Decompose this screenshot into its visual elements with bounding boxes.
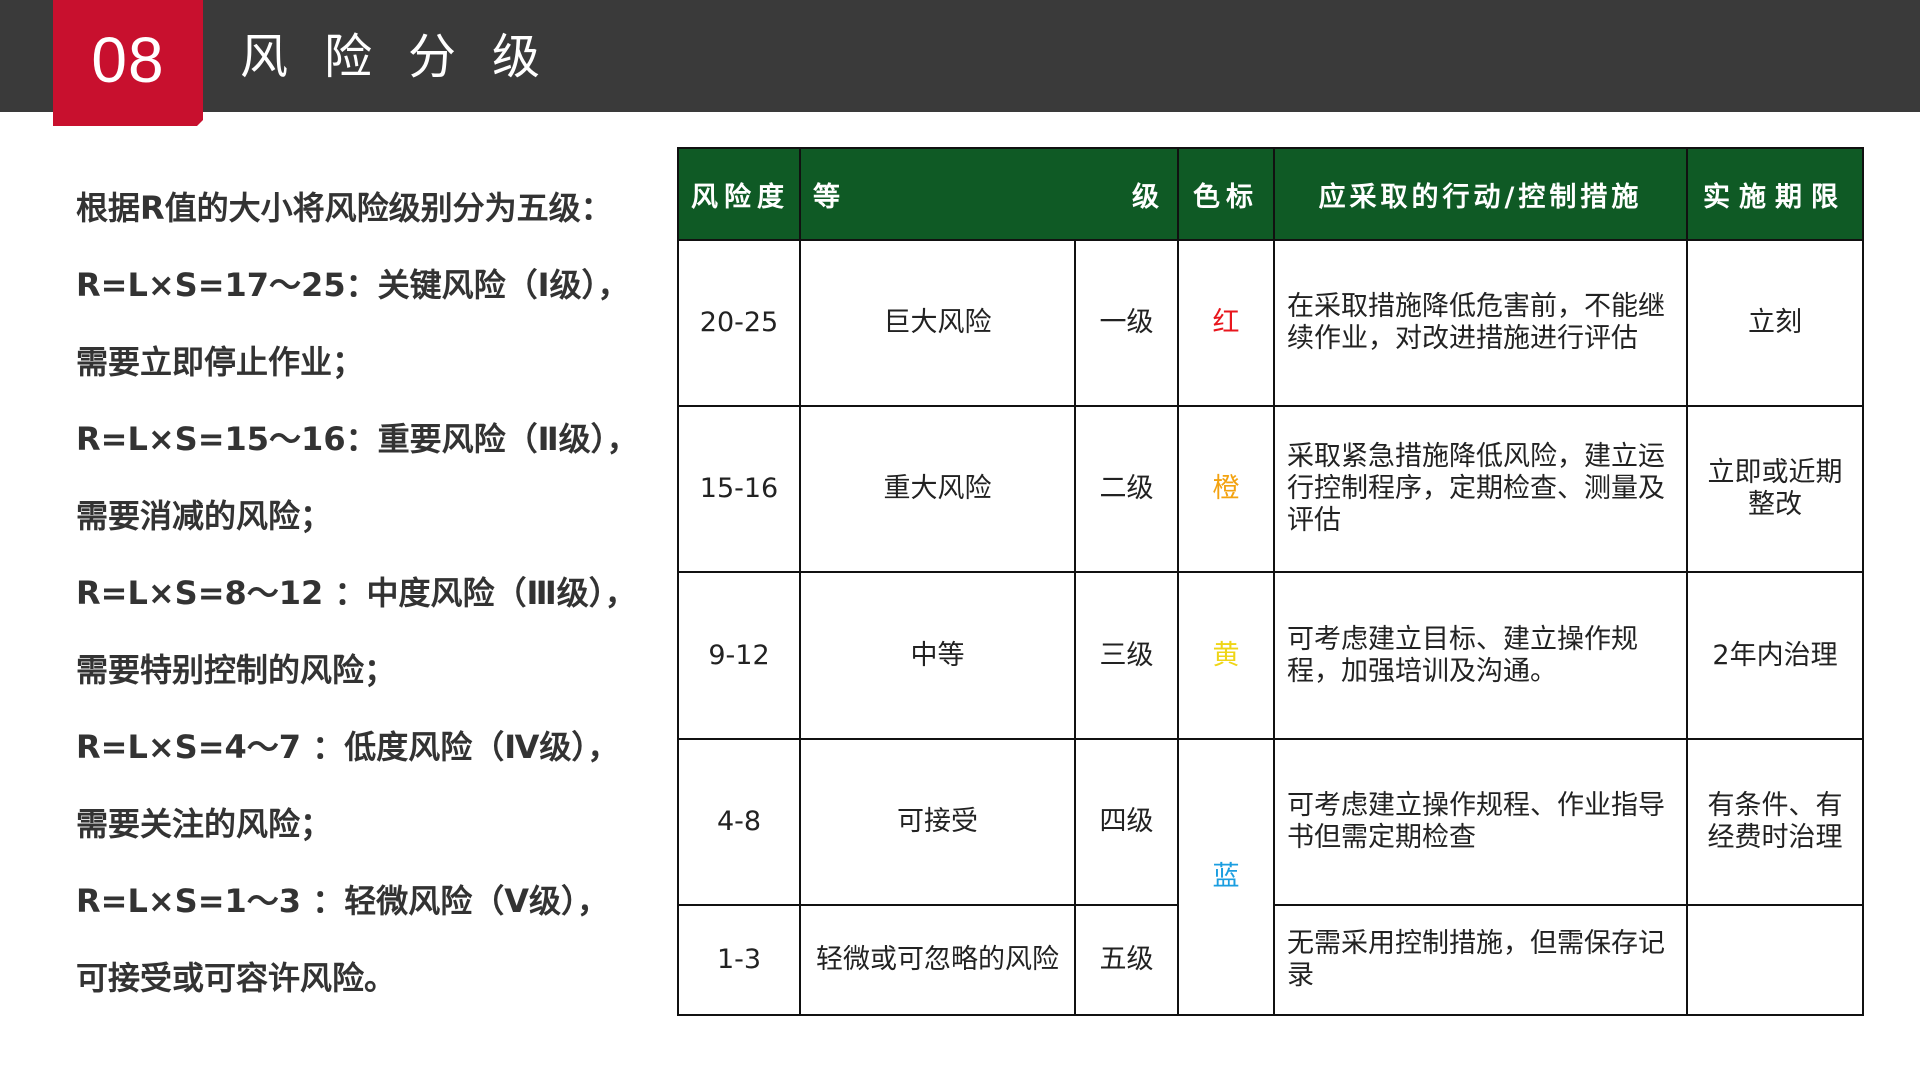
cell-name: 可接受 <box>799 737 1076 906</box>
cell-period: 有条件、有经费时治理 <box>1686 737 1864 906</box>
cell-action: 采取紧急措施降低风险，建立运行控制程序，定期检查、测量及评估 <box>1273 405 1688 574</box>
table-row: 20-25 巨大风险 一级 红 在采取措施降低危害前，不能继续作业，对改进措施进… <box>677 238 1864 408</box>
description-line: R=L×S=8～12 ：中度风险（Ⅲ级）， <box>76 574 637 612</box>
cell-period: 立刻 <box>1686 238 1864 408</box>
cell-color-label: 黄 <box>1177 571 1275 740</box>
risk-table: 风险度 等 级 色标 应采取的行动/控制措施 实施期限 20-25 巨大风险 一… <box>677 147 1864 1017</box>
header-degree: 风险度 <box>677 147 801 241</box>
table-row: 4-8 可接受 四级 蓝 可考虑建立操作规程、作业指导书但需定期检查 有条件、有… <box>677 737 1864 1017</box>
cell-action: 可考虑建立操作规程、作业指导书但需定期检查 <box>1273 737 1688 906</box>
cell-color-label: 红 <box>1177 238 1275 408</box>
risk-description: 根据R值的大小将风险级别分为五级： R=L×S=17～25：关键风险（Ⅰ级）， … <box>76 178 656 1025</box>
table-row: 15-16 重大风险 二级 橙 采取紧急措施降低风险，建立运行控制程序，定期检查… <box>677 405 1864 574</box>
header-level: 等 级 <box>799 147 1179 241</box>
cell-name: 巨大风险 <box>799 238 1076 408</box>
header-action: 应采取的行动/控制措施 <box>1273 147 1688 241</box>
cell-period: 立即或近期整改 <box>1686 405 1864 574</box>
description-line: 需要关注的风险； <box>76 805 333 843</box>
table-row: 9-12 中等 三级 黄 可考虑建立目标、建立操作规程，加强培训及沟通。 2年内… <box>677 571 1864 740</box>
cell-degree: 4-8 <box>677 737 801 906</box>
cell-action: 在采取措施降低危害前，不能继续作业，对改进措施进行评估 <box>1273 238 1688 408</box>
slide: 08 风险分级 根据R值的大小将风险级别分为五级： R=L×S=17～25：关键… <box>0 0 1920 1080</box>
cell-name: 轻微或可忽略的风险 <box>799 903 1076 1017</box>
cell-period <box>1686 903 1864 1017</box>
cell-color-label: 橙 <box>1177 405 1275 574</box>
description-line: 需要特别控制的风险； <box>76 651 397 689</box>
cell-level: 五级 <box>1074 903 1179 1017</box>
header-level-right: 级 <box>1132 181 1165 213</box>
cell-action: 可考虑建立目标、建立操作规程，加强培训及沟通。 <box>1273 571 1688 740</box>
cell-degree: 1-3 <box>677 903 801 1017</box>
cell-name: 重大风险 <box>799 405 1076 574</box>
cell-period: 2年内治理 <box>1686 571 1864 740</box>
cell-level: 二级 <box>1074 405 1179 574</box>
page-title: 风险分级 <box>240 29 577 85</box>
cell-color-label: 蓝 <box>1177 737 1275 1017</box>
table-header-row: 风险度 等 级 色标 应采取的行动/控制措施 实施期限 <box>677 147 1864 241</box>
cell-level: 四级 <box>1074 737 1179 906</box>
cell-action: 无需采用控制措施，但需保存记录 <box>1273 903 1688 1017</box>
header-color: 色标 <box>1177 147 1275 241</box>
section-number-badge: 08 <box>53 0 203 120</box>
description-line: 可接受或可容许风险。 <box>76 959 397 997</box>
header-level-left: 等 <box>813 181 846 213</box>
cell-degree: 9-12 <box>677 571 801 740</box>
description-line: 需要立即停止作业； <box>76 343 365 381</box>
description-line: R=L×S=1～3 ：轻微风险（Ⅴ级）， <box>76 882 609 920</box>
cell-degree: 20-25 <box>677 238 801 408</box>
cell-name: 中等 <box>799 571 1076 740</box>
cell-degree: 15-16 <box>677 405 801 574</box>
description-line: R=L×S=17～25：关键风险（Ⅰ级）， <box>76 266 630 304</box>
cell-level: 三级 <box>1074 571 1179 740</box>
cell-level: 一级 <box>1074 238 1179 408</box>
description-line: R=L×S=4～7 ：低度风险（Ⅳ级）， <box>76 728 620 766</box>
header-period: 实施期限 <box>1686 147 1864 241</box>
description-line: R=L×S=15～16：重要风险（Ⅱ级）， <box>76 420 639 458</box>
section-number: 08 <box>91 24 165 96</box>
description-line: 根据R值的大小将风险级别分为五级： <box>76 189 613 227</box>
description-line: 需要消减的风险； <box>76 497 333 535</box>
